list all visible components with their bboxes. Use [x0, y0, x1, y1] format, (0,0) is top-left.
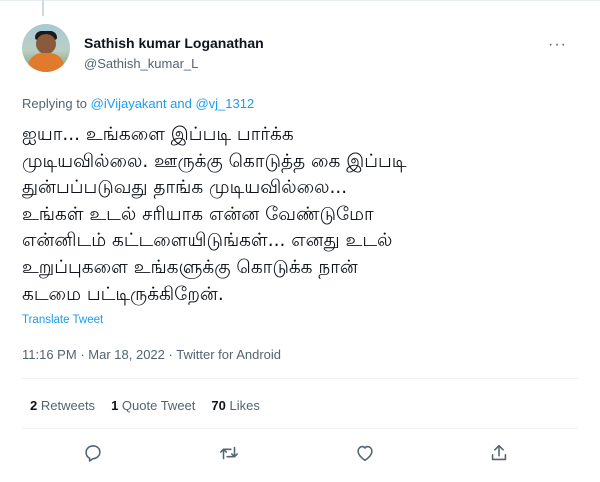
author-handle[interactable]: @Sathish_kumar_L [84, 56, 198, 71]
reply-conjunction[interactable]: and [170, 96, 192, 111]
reply-user-link-2[interactable]: @vj_1312 [195, 96, 254, 111]
tweet-source[interactable]: Twitter for Android [176, 347, 281, 362]
likes-label: Likes [229, 398, 260, 413]
quote-tweets-count: 1 [111, 398, 119, 413]
likes-count: 70 [211, 398, 226, 413]
divider [22, 378, 578, 379]
tweet-text-line: முடியவில்லை. ஊருக்கு கொடுத்த கை இப்படி [22, 150, 407, 172]
more-options-icon[interactable]: ··· [548, 36, 567, 54]
meta-separator: · [168, 347, 173, 362]
translate-tweet-link[interactable]: Translate Tweet [22, 314, 103, 326]
action-bar [0, 436, 600, 472]
tweet-detail: Sathish kumar Loganathan @Sathish_kumar_… [0, 0, 600, 482]
tweet-text-line: கடமை பட்டிருக்கிறேன். [22, 283, 224, 305]
tweet-text-line: என்னிடம் கட்டளையிடுங்கள்... எனது உடல் [22, 230, 393, 252]
retweet-icon[interactable] [218, 442, 240, 464]
tweet-text-line: துன்பப்படுவது தாங்க முடியவில்லை... [22, 177, 348, 199]
replying-to: Replying to @iVijayakant and @vj_1312 [22, 96, 254, 111]
reply-icon[interactable] [82, 442, 104, 464]
tweet-date[interactable]: Mar 18, 2022 [88, 347, 165, 362]
tweet-text-line: உறுப்புகளை உங்களுக்கு கொடுக்க நான் [22, 256, 358, 278]
retweets-count: 2 [30, 398, 38, 413]
author-name[interactable]: Sathish kumar Loganathan [84, 35, 264, 51]
quote-tweets-stat[interactable]: 1 Quote Tweet [111, 398, 195, 413]
retweets-stat[interactable]: 2 Retweets [30, 398, 95, 413]
divider [22, 428, 578, 429]
avatar[interactable] [22, 24, 70, 72]
tweet-stats: 2 Retweets 1 Quote Tweet 70 Likes [30, 398, 260, 413]
replying-to-prefix: Replying to [22, 96, 88, 111]
like-icon[interactable] [354, 442, 376, 464]
retweets-label: Retweets [40, 398, 96, 413]
meta-separator: · [80, 347, 85, 362]
top-divider [0, 0, 600, 1]
tweet-text-line: ஐயா... உங்களை இப்படி பார்க்க [22, 124, 294, 145]
tweet-metadata: 11:16 PM · Mar 18, 2022 · Twitter for An… [22, 347, 281, 362]
thread-connector-line [42, 0, 44, 16]
share-icon[interactable] [488, 442, 510, 464]
tweet-time[interactable]: 11:16 PM [22, 347, 77, 362]
likes-stat[interactable]: 70 Likes [211, 398, 259, 413]
tweet-text-line: உங்கள் உடல் சரியாக என்ன வேண்டுமோ [22, 203, 374, 225]
reply-user-link-1[interactable]: @iVijayakant [91, 96, 167, 111]
quote-tweets-label: Quote Tweet [121, 398, 196, 413]
tweet-text: ஐயா... உங்களை இப்படி பார்க்க முடியவில்லை… [22, 122, 582, 308]
